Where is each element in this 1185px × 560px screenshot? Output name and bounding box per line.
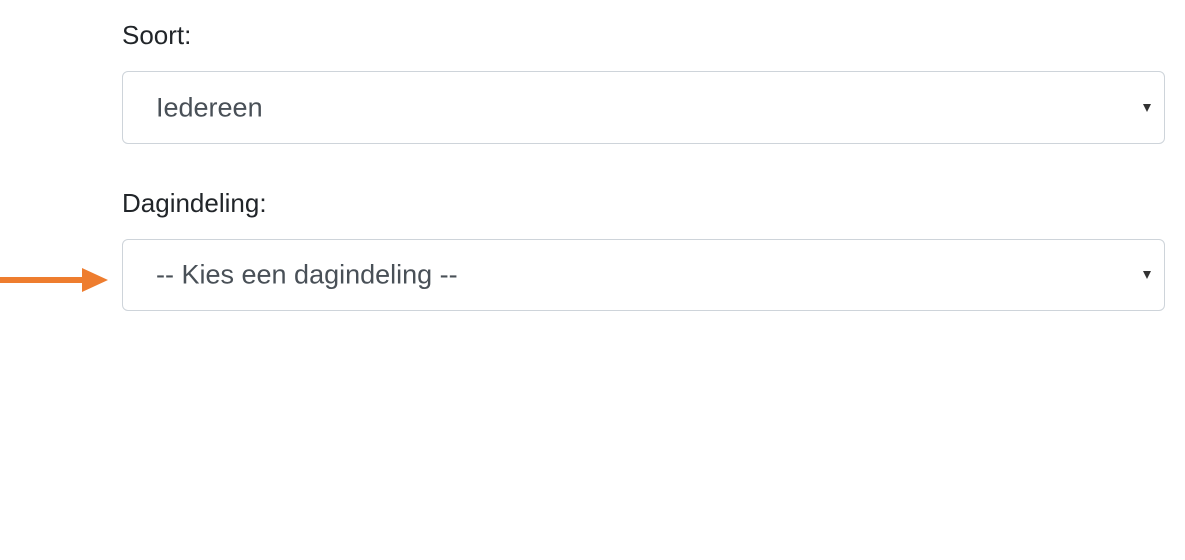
dagindeling-select[interactable]: -- Kies een dagindeling -- (122, 239, 1165, 311)
soort-label: Soort: (122, 20, 192, 50)
soort-selected-value: Iedereen (156, 92, 263, 122)
dagindeling-selected-value: -- Kies een dagindeling -- (156, 259, 458, 290)
chevron-down-icon (1143, 103, 1151, 112)
chevron-down-icon (1143, 271, 1151, 279)
soort-select[interactable]: Iedereen (122, 71, 1165, 144)
dagindeling-label: Dagindeling: (122, 188, 267, 218)
arrow-right-icon (0, 268, 108, 292)
